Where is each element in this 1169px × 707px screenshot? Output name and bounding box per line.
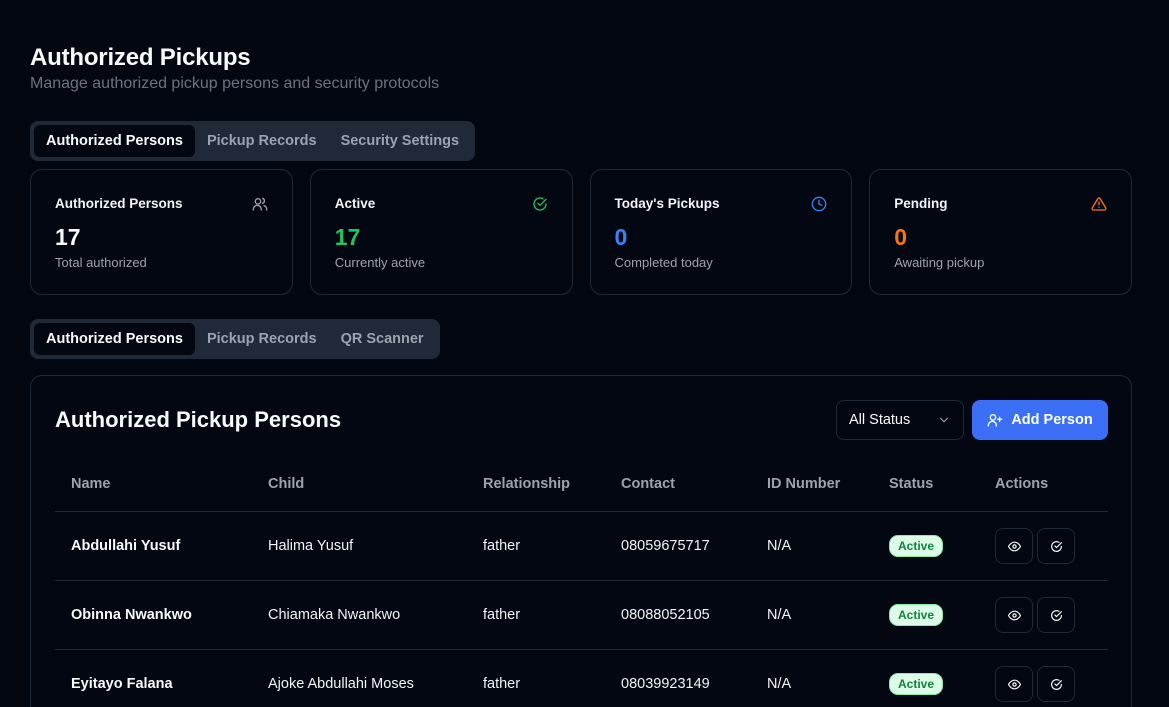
cell-child: Ajoke Abdullahi Moses [268,676,414,692]
col-name: Name [71,475,111,492]
users-icon [252,197,268,211]
stat-value: 17 [334,224,361,250]
stat-value: 0 [894,224,908,250]
table-row: Eyitayo Falana Ajoke Abdullahi Moses fat… [55,650,1108,707]
eye-icon [1007,610,1021,620]
tab-security-settings[interactable]: Security Settings [329,125,471,157]
add-person-button[interactable]: Add Person [972,400,1108,440]
stat-label: Pending [894,196,948,211]
view-button[interactable] [995,666,1033,702]
cell-relationship: father [483,676,521,692]
cell-status: Active [873,604,979,626]
verify-button[interactable] [1037,597,1075,633]
status-badge: Active [889,673,944,695]
stat-card-active: Active 17 Currently active [309,169,573,295]
verify-button[interactable] [1037,528,1075,564]
chevron-down-icon [939,417,949,423]
stat-card-todays-pickups: Today's Pickups 0 Completed today [589,169,853,295]
cell-id-number: N/A [767,538,792,554]
tab-authorized-persons-inner[interactable]: Authorized Persons [34,323,195,355]
col-contact: Contact [621,475,675,492]
verify-button[interactable] [1037,666,1075,702]
cell-child: Chiamaka Nwankwo [268,607,401,623]
top-tab-bar: Authorized Persons Pickup Records Securi… [30,121,476,161]
cell-contact: 08059675717 [621,538,710,554]
status-filter-value: All Status [849,412,911,428]
col-relationship: Relationship [483,475,571,492]
cell-id-number: N/A [767,676,792,692]
cell-child: Halima Yusuf [268,538,354,554]
status-badge: Active [889,604,944,626]
cell-status: Active [873,673,979,695]
table-header: Name Child Relationship Contact ID Numbe… [55,456,1108,512]
stat-card-authorized: Authorized Persons 17 Total authorized [30,169,293,295]
tab-authorized-persons[interactable]: Authorized Persons [34,125,195,157]
page-title: Authorized Pickups [30,44,251,71]
table-row: Abdullahi Yusuf Halima Yusuf father 0805… [55,512,1108,581]
add-person-label: Add Person [1011,412,1093,428]
cell-status: Active [873,535,979,557]
view-button[interactable] [995,528,1033,564]
stat-card-pending: Pending 0 Awaiting pickup [869,169,1132,295]
stat-sub: Awaiting pickup [894,255,985,270]
tab-qr-scanner[interactable]: QR Scanner [329,323,436,355]
cell-actions [979,528,1108,564]
col-actions: Actions [995,475,1049,492]
page: Authorized Pickups Manage authorized pic… [0,0,1169,707]
mid-tab-bar: Authorized Persons Pickup Records QR Sca… [30,319,440,359]
col-id-number: ID Number [767,475,841,492]
clock-icon [811,196,827,212]
view-button[interactable] [995,597,1033,633]
check-circle-icon [1050,678,1062,690]
stat-sub: Total authorized [55,255,147,270]
tab-pickup-records[interactable]: Pickup Records [195,125,329,157]
cell-relationship: father [483,607,521,623]
check-circle-icon [532,197,547,211]
stats-row: Authorized Persons 17 Total authorized A… [30,169,1132,295]
cell-id-number: N/A [767,607,792,623]
stat-value: 0 [614,224,628,250]
stat-label: Active [334,196,376,211]
stat-label: Today's Pickups [614,196,720,211]
status-badge: Active [889,535,944,557]
cell-relationship: father [483,538,521,554]
col-status: Status [889,475,934,492]
stat-sub: Completed today [614,255,713,270]
warning-icon [1091,197,1107,211]
cell-actions [979,597,1108,633]
stat-sub: Currently active [334,255,426,270]
persons-table: Name Child Relationship Contact ID Numbe… [55,456,1108,707]
check-circle-icon [1050,609,1062,621]
user-plus-icon [987,414,1003,427]
cell-name: Abdullahi Yusuf [71,538,181,554]
eye-icon [1007,541,1021,551]
col-child: Child [268,475,305,492]
stat-label: Authorized Persons [55,196,183,211]
table-row: Obinna Nwankwo Chiamaka Nwankwo father 0… [55,581,1108,650]
cell-actions [979,666,1108,702]
page-subtitle: Manage authorized pickup persons and sec… [30,75,440,92]
tab-pickup-records-inner[interactable]: Pickup Records [195,323,329,355]
check-circle-icon [1050,540,1062,552]
cell-name: Obinna Nwankwo [71,607,192,623]
cell-contact: 08088052105 [621,607,710,623]
status-filter-select[interactable]: All Status [836,400,964,440]
persons-panel: Authorized Pickup Persons All Status Add… [30,375,1132,707]
cell-contact: 08039923149 [621,676,710,692]
stat-value: 17 [55,224,81,250]
panel-title: Authorized Pickup Persons [55,407,342,432]
cell-name: Eyitayo Falana [71,676,173,692]
eye-icon [1007,679,1021,689]
